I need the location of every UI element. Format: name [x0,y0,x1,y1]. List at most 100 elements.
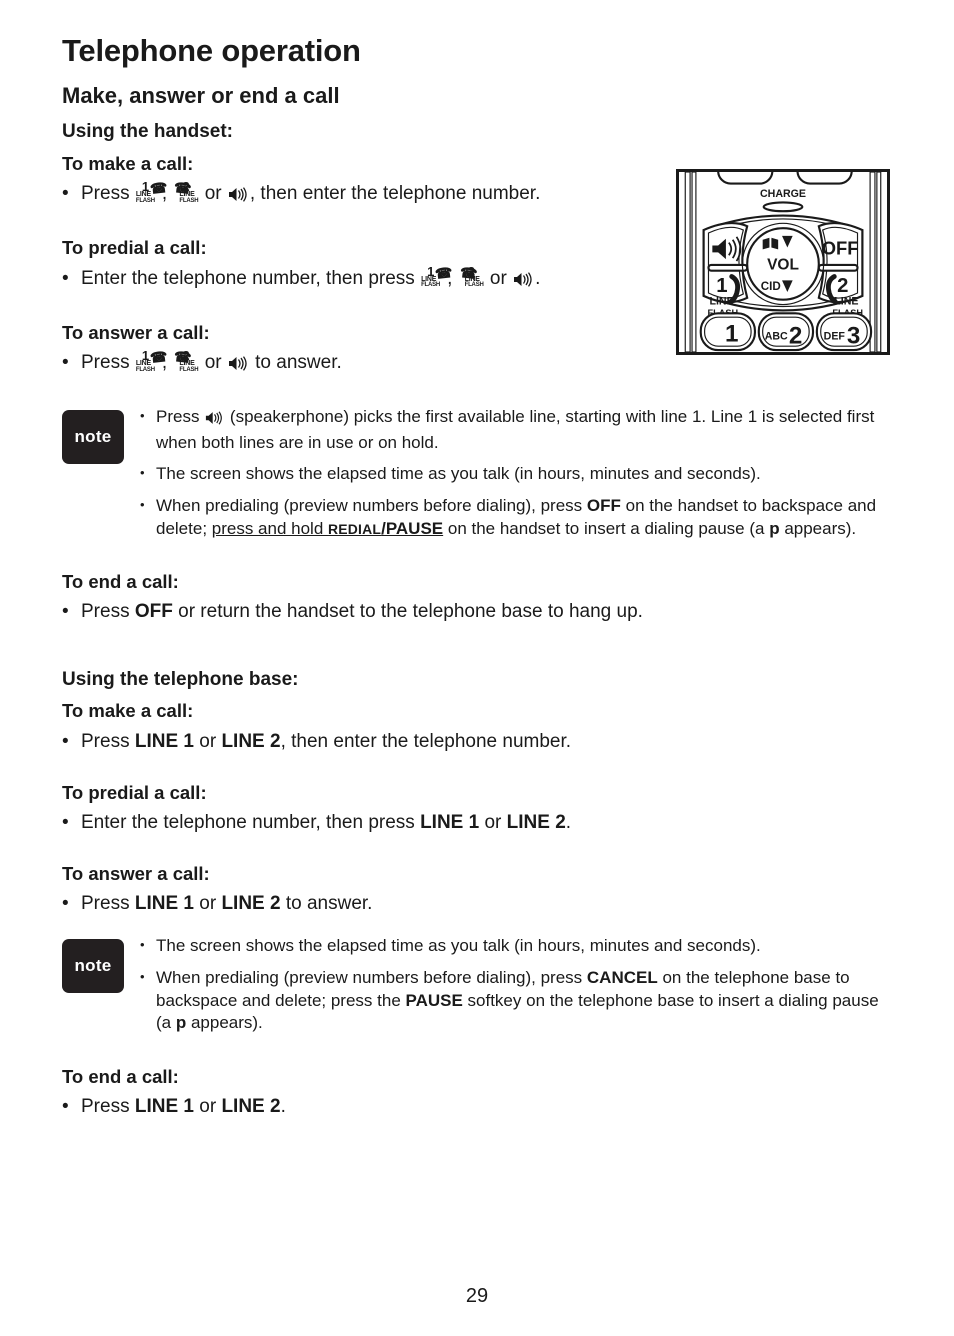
text-fragment: . [280,1096,286,1118]
base-predial-title: To predial a call: [62,781,207,803]
text-fragment: Press [156,407,205,427]
handset-predial-text: Enter the telephone number, then press 1… [81,264,892,294]
text-fragment: Press [81,601,135,623]
linekey-flash-label: FLASH [179,197,199,204]
text-fragment: When predialing (preview numbers before … [156,968,587,988]
line2-key-name: LINE 2 [221,893,281,915]
bullet-dot: • [140,969,145,985]
handset-predial-bullet: • Enter the telephone number, then press… [62,264,892,294]
page-content: Telephone operation Make, answer or end … [62,33,892,1125]
text-fragment: Press [81,730,135,752]
line1-key-name: LINE 1 [134,893,194,915]
emphasis-underline: press and hold [211,518,329,538]
line1-key-name: LINE 1 [134,730,194,752]
off-key-name: OFF [134,601,173,623]
bullet-dot: • [62,812,69,833]
pause-key-name: PAUSE [405,990,463,1010]
note-item: • The screen shows the elapsed time as y… [140,463,892,486]
line2-key-name: LINE 2 [221,1096,281,1118]
line1-key-icon: 1 ☎ LINE FLASH [421,264,453,289]
handset-predial-title: To predial a call: [62,237,207,259]
base-end-text: Press LINE 1 or LINE 2. [81,1094,892,1119]
manual-page: .ol { fill:none; stroke:#1a1a1a; stroke-… [0,0,954,1336]
line1-key-icon: 1 ☎ LINE FLASH [135,348,168,373]
page-number: 29 [465,1285,489,1307]
speakerphone-icon [205,409,224,432]
linekey-flash-label: FLASH [135,366,155,373]
note-item-text: When predialing (preview numbers before … [156,967,892,1035]
handset-make-bullet: • Press 1 ☎ LINE FLASH, 2 ☎ LINE FLASH or , th… [62,180,892,209]
text-fragment: Press [81,183,135,205]
note-item-text: When predialing (preview numbers before … [156,495,892,540]
speakerphone-icon [513,269,534,294]
bullet-dot: • [62,267,69,289]
bullet-dot: • [62,183,69,205]
bullet-dot: • [62,893,69,915]
redial-key-name: REDIAL [328,520,382,537]
base-make-bullet: • Press LINE 1 or LINE 2, then enter the… [62,729,892,754]
handset-end-text: Press OFF or return the handset to the t… [81,599,892,624]
base-make-text: Press LINE 1 or LINE 2, then enter the t… [81,729,892,754]
bullet-dot: • [62,730,69,752]
speakerphone-icon [228,353,249,378]
section-title: Make, answer or end a call [62,83,340,109]
line1-key-name: LINE 1 [420,812,480,833]
line1-key-name: LINE 1 [134,1096,194,1118]
bullet-dot: • [140,496,145,512]
speakerphone-icon [228,184,249,209]
note-item: • The screen shows the elapsed time as y… [140,935,892,958]
line1-key-icon: 1 ☎ LINE FLASH [135,180,168,204]
text-fragment: or [479,812,507,833]
text-fragment: or return the handset to the telephone b… [172,601,643,623]
handset-heading: Using the handset: [62,121,234,143]
text-fragment: or [193,730,222,752]
note-item-text: The screen shows the elapsed time as you… [156,936,761,956]
text-fragment: Press [81,352,135,374]
text-fragment: . [565,812,572,833]
handset-note-body: • Press (speakerphone) picks the first a… [140,406,892,549]
linekey-flash-label: FLASH [179,366,199,373]
bullet-dot: • [140,937,145,953]
base-predial-text: Enter the telephone number, then press L… [81,810,892,835]
handset-make-title: To make a call: [62,153,194,175]
text-fragment: Press [81,893,135,915]
text-fragment: or [193,1096,222,1118]
linekey-flash-label: FLASH [421,282,441,289]
text-fragment: (speakerphone) picks the first available… [156,407,875,452]
base-note-body: • The screen shows the elapsed time as y… [140,935,892,1043]
base-note-block: note • The screen shows the elapsed time… [62,935,892,1043]
base-make-title: To make a call: [62,700,194,722]
note-item: • Press (speakerphone) picks the first a… [140,406,892,454]
handset-answer-bullet: • Press 1 ☎ LINE FLASH, 2 ☎ LINE FLASH or to a… [62,348,892,378]
off-key-name: OFF [586,495,621,515]
base-end-bullet: • Press LINE 1 or LINE 2. [62,1094,892,1119]
note-item-text: Press (speakerphone) picks the first ava… [156,406,892,454]
base-end-title: To end a call: [62,1065,179,1087]
note-item-text: The screen shows the elapsed time as you… [156,464,761,484]
text-fragment: Enter the telephone number, then press [81,812,421,833]
text-fragment: to answer. [280,893,373,915]
note-item: • When predialing (preview numbers befor… [140,967,892,1035]
handset-answer-title: To answer a call: [62,321,210,343]
text-fragment: on the handset to insert a dialing pause… [443,518,770,538]
text-fragment: , then enter the telephone number. [280,730,572,752]
handset-note-block: note • Press (speakerphone) picks the fi… [62,406,892,549]
base-answer-bullet: • Press LINE 1 or LINE 2 to answer. [62,891,892,916]
handset-end-bullet: • Press OFF or return the handset to the… [62,599,892,624]
text-fragment: appears). [779,518,857,538]
linekey-flash-label: FLASH [135,197,155,204]
base-heading: Using the telephone base: [62,668,299,690]
bullet-dot: • [140,465,145,481]
pause-key-name: /PAUSE [381,518,444,538]
text-fragment: or [484,267,513,289]
text-fragment: Press [81,1096,135,1118]
bullet-dot: • [140,408,145,424]
chapter-title: Telephone operation [62,33,361,68]
text-fragment: Enter the telephone number, then press [81,267,421,289]
note-item: • When predialing (preview numbers befor… [140,495,892,540]
base-answer-title: To answer a call: [62,863,210,885]
line2-key-name: LINE 2 [506,812,566,833]
bullet-dot: • [62,601,69,623]
bullet-dot: • [62,352,69,374]
bullet-dot: • [62,1096,69,1118]
